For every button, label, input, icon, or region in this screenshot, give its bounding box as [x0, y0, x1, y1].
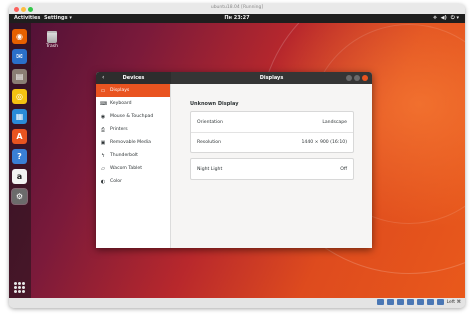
- sidebar-item-printers[interactable]: ⎙ Printers: [96, 123, 170, 136]
- media-icon: ▣: [100, 139, 106, 146]
- vm-status-icons: Left ⌘: [376, 299, 461, 305]
- vm-status-bar: Left ⌘: [9, 298, 465, 308]
- rhythmbox-icon[interactable]: ◎: [12, 89, 27, 104]
- show-applications-icon[interactable]: [14, 282, 25, 293]
- sidebar-item-label: Keyboard: [110, 101, 132, 106]
- vm-titlebar: ubuntu18.04 [Running]: [9, 4, 465, 14]
- printer-icon: ⎙: [100, 126, 105, 133]
- optical-drive-icon[interactable]: [386, 299, 394, 305]
- trash-icon: [47, 31, 57, 43]
- power-icon[interactable]: ⏻ ▾: [451, 15, 459, 21]
- page-title: Displays: [259, 75, 284, 81]
- clock[interactable]: Пн 23:27: [9, 15, 465, 21]
- color-icon: ◐: [100, 178, 106, 185]
- resolution-row[interactable]: Resolution 1440 × 900 (16:10): [191, 132, 353, 152]
- tablet-icon: ▱: [101, 165, 105, 172]
- help-icon[interactable]: ?: [12, 149, 27, 164]
- vm-window: ubuntu18.04 [Running] Activities Setting…: [9, 4, 465, 308]
- display-icon: ▭: [100, 87, 106, 94]
- ubuntu-desktop: Activities Settings ▾ Пн 23:27 ⟡ ◀) ⏻ ▾ …: [9, 14, 465, 298]
- maximize-button[interactable]: [354, 75, 360, 81]
- sidebar-item-label: Wacom Tablet: [110, 166, 143, 171]
- panel-title: Devices: [122, 75, 145, 81]
- dock: ◉ ✉ ▤ ◎ ▦ A? a ⚙: [9, 23, 31, 298]
- settings-sidebar: ▭ Displays ⌨ Keyboard ◉ Mouse & Touchpad ⎙ Prin…: [96, 84, 171, 248]
- sidebar-item-thunderbolt[interactable]: ϟ Thunderbolt: [96, 149, 170, 162]
- keyboard-icon: ⌨: [100, 100, 108, 107]
- files-icon[interactable]: ▤: [12, 69, 27, 84]
- orientation-row[interactable]: Orientation Landscape: [191, 112, 353, 132]
- vm-title: ubuntu18.04 [Running]: [210, 5, 264, 10]
- night-light-value: Off: [340, 166, 347, 172]
- sidebar-item-label: Thunderbolt: [110, 153, 138, 158]
- sidebar-item-label: Mouse & Touchpad: [110, 114, 154, 119]
- host-key-label: Left ⌘: [446, 299, 461, 305]
- trash-desktop-icon[interactable]: Trash: [44, 31, 60, 49]
- volume-icon[interactable]: ◀): [441, 15, 447, 21]
- sidebar-item-mouse-touchpad[interactable]: ◉ Mouse & Touchpad: [96, 110, 170, 123]
- sidebar-item-wacom-tablet[interactable]: ▱ Wacom Tablet: [96, 162, 170, 175]
- display-settings-card: Orientation Landscape Resolution 1440 × …: [190, 111, 354, 153]
- sidebar-item-displays[interactable]: ▭ Displays: [96, 84, 170, 97]
- night-light-card: Night Light Off: [190, 158, 354, 180]
- settings-window: ‹ Devices Displays ▭ Displays ⌨ Keyboard ◉ Mo…: [96, 72, 372, 248]
- resolution-value: 1440 × 900 (16:10): [301, 140, 347, 145]
- orientation-label: Orientation: [197, 119, 223, 125]
- sidebar-item-color[interactable]: ◐ Color: [96, 175, 170, 188]
- trash-label: Trash: [46, 44, 58, 49]
- software-icon[interactable]: A: [12, 129, 27, 144]
- system-tray[interactable]: ⟡ ◀) ⏻ ▾: [433, 15, 459, 21]
- minimize-button[interactable]: [346, 75, 352, 81]
- usb-icon[interactable]: [396, 299, 404, 305]
- settings-headerbar-left: ‹ Devices: [96, 72, 171, 84]
- settings-headerbar-right: Displays: [171, 72, 372, 84]
- thunderbolt-icon: ϟ: [101, 152, 105, 159]
- resolution-label: Resolution: [197, 140, 222, 145]
- shared-folder-icon[interactable]: [406, 299, 414, 305]
- displays-panel: Unknown Display Orientation Landscape Re…: [171, 84, 372, 248]
- mouse-icon: ◉: [100, 113, 106, 120]
- display-name-heading: Unknown Display: [190, 101, 239, 107]
- writer-icon[interactable]: ▦: [12, 109, 27, 124]
- amazon-icon[interactable]: a: [12, 169, 27, 184]
- top-bar: Activities Settings ▾ Пн 23:27 ⟡ ◀) ⏻ ▾: [9, 14, 465, 23]
- sidebar-item-label: Printers: [110, 127, 128, 132]
- disk-icon[interactable]: [376, 299, 384, 305]
- network-icon[interactable]: ⟡: [433, 15, 436, 21]
- thunderbird-icon[interactable]: ✉: [12, 49, 27, 64]
- close-button[interactable]: [362, 75, 368, 81]
- sidebar-item-label: Displays: [110, 88, 130, 93]
- network-status-icon[interactable]: [426, 299, 434, 305]
- sidebar-item-keyboard[interactable]: ⌨ Keyboard: [96, 97, 170, 110]
- sidebar-item-label: Color: [110, 179, 122, 184]
- firefox-icon[interactable]: ◉: [12, 29, 27, 44]
- night-light-row[interactable]: Night Light Off: [191, 159, 353, 179]
- sidebar-item-label: Removable Media: [110, 140, 151, 145]
- orientation-value: Landscape: [322, 119, 347, 125]
- night-light-label: Night Light: [197, 166, 223, 172]
- display-status-icon[interactable]: [416, 299, 424, 305]
- sidebar-item-removable-media[interactable]: ▣ Removable Media: [96, 136, 170, 149]
- recording-icon[interactable]: [436, 299, 444, 305]
- settings-icon[interactable]: ⚙: [11, 188, 28, 205]
